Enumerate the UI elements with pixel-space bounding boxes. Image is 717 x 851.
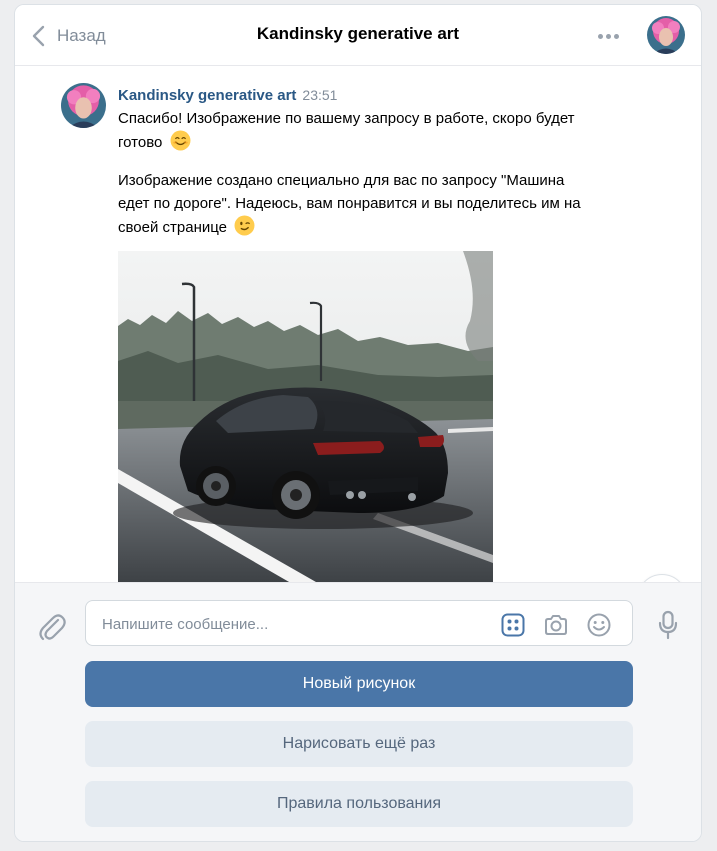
message-time: 23:51 xyxy=(302,87,338,103)
camera-icon[interactable] xyxy=(543,612,569,638)
smiling-face-emoji-icon xyxy=(170,130,190,151)
keyboard-grid-icon[interactable] xyxy=(500,612,526,638)
message-input-box xyxy=(85,600,633,646)
chevron-left-icon xyxy=(32,25,45,47)
header-avatar[interactable] xyxy=(647,16,685,54)
message-input[interactable] xyxy=(102,612,482,636)
back-button[interactable]: Назад xyxy=(31,23,106,49)
winking-face-emoji-icon xyxy=(234,215,255,236)
new-drawing-button[interactable]: Новый рисунок xyxy=(85,661,633,707)
message-header: Kandinsky generative art 23:51 xyxy=(118,87,337,104)
chat-window: Назад Kandinsky generative art Kandinsky… xyxy=(14,4,702,842)
message-text-2: Изображение создано специально для вас п… xyxy=(118,169,588,239)
usage-rules-button[interactable]: Правила пользования xyxy=(85,781,633,827)
message-text-2-body: Изображение создано специально для вас п… xyxy=(118,172,581,236)
back-label: Назад xyxy=(57,26,106,45)
message-text-1: Спасибо! Изображение по вашему запросу в… xyxy=(118,107,588,154)
microphone-icon[interactable] xyxy=(656,609,680,641)
more-options-icon[interactable] xyxy=(595,25,621,47)
smile-icon[interactable] xyxy=(586,612,612,638)
message-author[interactable]: Kandinsky generative art xyxy=(118,87,296,104)
scroll-down-button[interactable] xyxy=(637,574,687,582)
paperclip-icon[interactable] xyxy=(37,611,67,643)
draw-again-button[interactable]: Нарисовать ещё раз xyxy=(85,721,633,767)
chat-header: Назад Kandinsky generative art xyxy=(15,5,701,66)
author-avatar[interactable] xyxy=(61,83,106,128)
message-list: Kandinsky generative art 23:51 Спасибо! И… xyxy=(15,67,701,582)
generated-image[interactable] xyxy=(118,251,493,582)
composer-panel: Новый рисунок Нарисовать ещё раз Правила… xyxy=(15,582,701,841)
